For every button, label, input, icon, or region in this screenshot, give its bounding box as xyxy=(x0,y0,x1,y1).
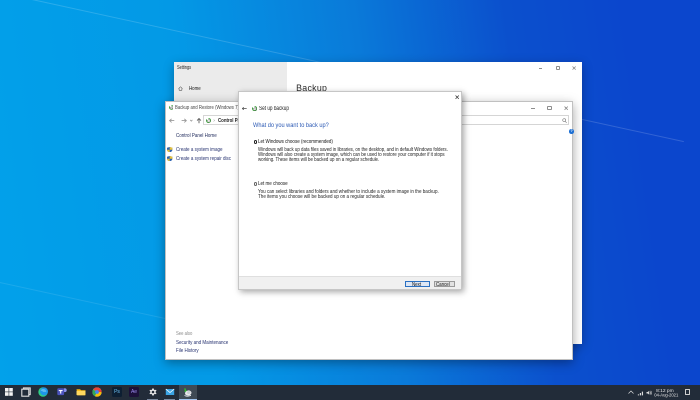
svg-text:04-Aug-2021: 04-Aug-2021 xyxy=(654,392,678,398)
